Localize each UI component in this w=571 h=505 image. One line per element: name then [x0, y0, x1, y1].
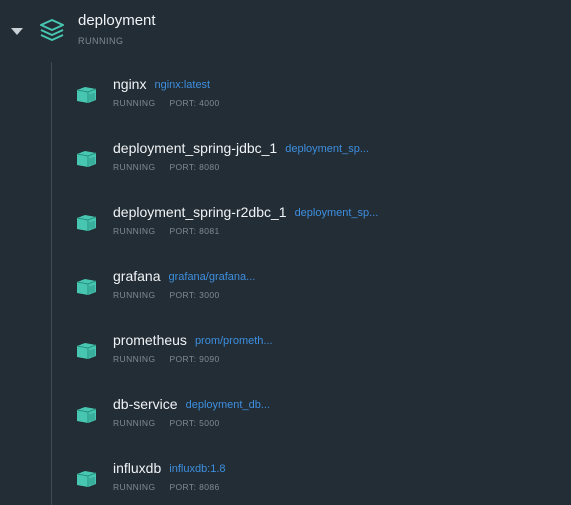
container-status: RUNNING — [113, 482, 156, 492]
container-status: RUNNING — [113, 290, 156, 300]
container-meta: RUNNING PORT: 3000 — [113, 290, 220, 301]
container-icon — [76, 407, 97, 423]
container-image-link[interactable]: deployment_sp... — [285, 143, 369, 155]
container-row-spring-jdbc[interactable]: deployment_spring-jdbc_1 deployment_sp...… — [52, 126, 571, 190]
container-name: deployment_spring-r2dbc_1 deployment_sp..… — [113, 204, 379, 220]
container-image-link[interactable]: deployment_db... — [186, 399, 270, 411]
container-row-grafana[interactable]: grafana grafana/grafana... RUNNING PORT: 3… — [52, 254, 571, 318]
container-port: PORT: 8086 — [169, 482, 220, 492]
container-row-db-service[interactable]: db-service deployment_db... RUNNING PORT: … — [52, 382, 571, 446]
container-row-prometheus[interactable]: prometheus prom/prometh... RUNNING PORT: 9… — [52, 318, 571, 382]
container-meta: RUNNING PORT: 8081 — [113, 226, 220, 237]
container-icon — [76, 279, 97, 295]
container-image-link[interactable]: influxdb:1.8 — [169, 463, 225, 475]
container-icon — [76, 87, 97, 103]
container-name: nginx nginx:latest — [113, 76, 211, 92]
container-icon — [76, 215, 97, 231]
container-status: RUNNING — [113, 162, 156, 172]
container-name: influxdb influxdb:1.8 — [113, 460, 226, 476]
container-port: PORT: 9090 — [169, 354, 220, 364]
container-port: PORT: 8081 — [169, 226, 220, 236]
container-meta: RUNNING PORT: 8086 — [113, 482, 220, 493]
container-list-panel: deployment RUNNING nginx nginx:latest RUN… — [0, 0, 571, 505]
container-name: prometheus prom/prometh... — [113, 332, 273, 348]
container-port: PORT: 3000 — [169, 290, 220, 300]
container-name: grafana grafana/grafana... — [113, 268, 256, 284]
container-image-link[interactable]: prom/prometh... — [195, 335, 273, 347]
container-status: RUNNING — [113, 354, 156, 364]
container-icon — [76, 151, 97, 167]
container-port: PORT: 5000 — [169, 418, 220, 428]
container-status: RUNNING — [113, 418, 156, 428]
container-name: db-service deployment_db... — [113, 396, 270, 412]
container-port: PORT: 8080 — [169, 162, 220, 172]
container-row-spring-r2dbc[interactable]: deployment_spring-r2dbc_1 deployment_sp..… — [52, 190, 571, 254]
container-row-nginx[interactable]: nginx nginx:latest RUNNING PORT: 4000 — [52, 62, 571, 126]
container-image-link[interactable]: grafana/grafana... — [168, 271, 255, 283]
container-meta: RUNNING PORT: 5000 — [113, 418, 220, 429]
container-status: RUNNING — [113, 98, 156, 108]
group-row-deployment[interactable]: deployment RUNNING — [0, 0, 571, 58]
container-meta: RUNNING PORT: 8080 — [113, 162, 220, 173]
container-status: RUNNING — [113, 226, 156, 236]
container-icon — [76, 343, 97, 359]
container-name: deployment_spring-jdbc_1 deployment_sp... — [113, 140, 369, 156]
group-status: RUNNING — [78, 36, 124, 46]
container-image-link[interactable]: deployment_sp... — [295, 207, 379, 219]
container-icon — [76, 471, 97, 487]
group-name: deployment — [78, 12, 156, 29]
stack-icon — [40, 19, 64, 41]
container-port: PORT: 4000 — [169, 98, 220, 108]
container-meta: RUNNING PORT: 4000 — [113, 98, 220, 109]
container-meta: RUNNING PORT: 9090 — [113, 354, 220, 365]
container-row-influxdb[interactable]: influxdb influxdb:1.8 RUNNING PORT: 8086 — [52, 446, 571, 505]
caret-down-icon[interactable] — [11, 28, 23, 35]
container-image-link[interactable]: nginx:latest — [154, 79, 210, 91]
